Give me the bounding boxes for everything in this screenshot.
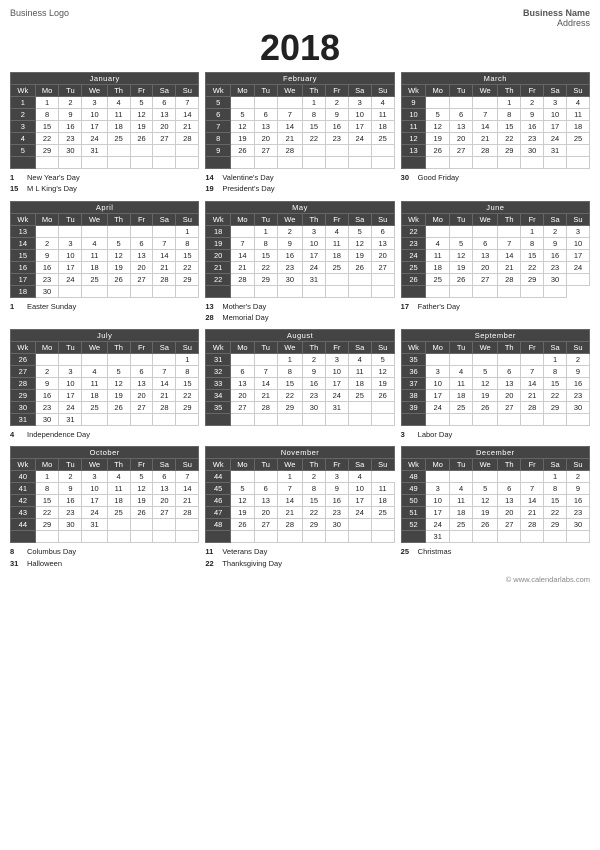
month-table-september: SeptemberWkMoTuWeThFrSaSu351236345678937… (401, 329, 590, 426)
month-block-june: JuneWkMoTuWeThFrSaSu22123234567891024111… (401, 201, 590, 324)
calendars-grid: JanuaryWkMoTuWeThFrSaSu11234567289101112… (10, 72, 590, 569)
month-table-april: AprilWkMoTuWeThFrSaSu1311423456781591011… (10, 201, 199, 298)
holiday-item: 15M L King's Day (10, 183, 199, 194)
holiday-section-may: 13Mother's Day28Memorial Day (205, 301, 394, 324)
holiday-item: 11Veterans Day (205, 546, 394, 557)
holiday-item: 14Valentine's Day (205, 172, 394, 183)
page: Business Logo Business Name Address 2018… (0, 0, 600, 592)
holiday-section-october: 8Columbus Day31Halloween (10, 546, 199, 569)
month-table-july: JulyWkMoTuWeThFrSaSu26127234567828910111… (10, 329, 199, 426)
holiday-section-january: 1New Year's Day15M L King's Day (10, 172, 199, 195)
holiday-item: 1New Year's Day (10, 172, 199, 183)
month-block-april: AprilWkMoTuWeThFrSaSu1311423456781591011… (10, 201, 199, 324)
month-table-june: JuneWkMoTuWeThFrSaSu22123234567891024111… (401, 201, 590, 298)
month-table-february: FebruaryWkMoTuWeThFrSaSu5123465678910117… (205, 72, 394, 169)
month-block-october: OctoberWkMoTuWeThFrSaSu40123456741891011… (10, 446, 199, 569)
year-title: 2018 (10, 30, 590, 66)
holiday-item: 3Labor Day (401, 429, 590, 440)
holiday-item: 19President's Day (205, 183, 394, 194)
holiday-section-december: 25Christmas (401, 546, 590, 557)
holiday-section-april: 1Easter Sunday (10, 301, 199, 312)
top-bar: Business Logo Business Name Address (10, 8, 590, 28)
holiday-item: 28Memorial Day (205, 312, 394, 323)
holiday-item: 13Mother's Day (205, 301, 394, 312)
business-info: Business Name Address (523, 8, 590, 28)
month-table-may: MayWkMoTuWeThFrSaSu181234561978910111213… (205, 201, 394, 298)
holiday-section-september: 3Labor Day (401, 429, 590, 440)
month-block-november: NovemberWkMoTuWeThFrSaSu4412344556789101… (205, 446, 394, 569)
holiday-section-june: 17Father's Day (401, 301, 590, 312)
month-block-may: MayWkMoTuWeThFrSaSu181234561978910111213… (205, 201, 394, 324)
business-address: Address (523, 18, 590, 28)
business-logo: Business Logo (10, 8, 69, 18)
business-name: Business Name (523, 8, 590, 18)
holiday-section-march: 30Good Friday (401, 172, 590, 183)
holiday-section-november: 11Veterans Day22Thanksgiving Day (205, 546, 394, 569)
holiday-item: 31Halloween (10, 558, 199, 569)
holiday-item: 4Independence Day (10, 429, 199, 440)
month-block-august: AugustWkMoTuWeThFrSaSu311234532678910111… (205, 329, 394, 440)
month-table-august: AugustWkMoTuWeThFrSaSu311234532678910111… (205, 329, 394, 426)
holiday-item: 30Good Friday (401, 172, 590, 183)
holiday-section-february: 14Valentine's Day19President's Day (205, 172, 394, 195)
month-block-december: DecemberWkMoTuWeThFrSaSu4812493456789501… (401, 446, 590, 569)
month-table-march: MarchWkMoTuWeThFrSaSu9123410567891011111… (401, 72, 590, 169)
month-block-march: MarchWkMoTuWeThFrSaSu9123410567891011111… (401, 72, 590, 195)
month-table-december: DecemberWkMoTuWeThFrSaSu4812493456789501… (401, 446, 590, 543)
holiday-item: 1Easter Sunday (10, 301, 199, 312)
footer: © www.calendarlabs.com (10, 575, 590, 584)
month-table-january: JanuaryWkMoTuWeThFrSaSu11234567289101112… (10, 72, 199, 169)
month-block-september: SeptemberWkMoTuWeThFrSaSu351236345678937… (401, 329, 590, 440)
month-table-november: NovemberWkMoTuWeThFrSaSu4412344556789101… (205, 446, 394, 543)
month-block-february: FebruaryWkMoTuWeThFrSaSu5123465678910117… (205, 72, 394, 195)
month-block-july: JulyWkMoTuWeThFrSaSu26127234567828910111… (10, 329, 199, 440)
month-table-october: OctoberWkMoTuWeThFrSaSu40123456741891011… (10, 446, 199, 543)
month-block-january: JanuaryWkMoTuWeThFrSaSu11234567289101112… (10, 72, 199, 195)
holiday-item: 25Christmas (401, 546, 590, 557)
holiday-section-july: 4Independence Day (10, 429, 199, 440)
holiday-item: 17Father's Day (401, 301, 590, 312)
holiday-item: 22Thanksgiving Day (205, 558, 394, 569)
holiday-item: 8Columbus Day (10, 546, 199, 557)
